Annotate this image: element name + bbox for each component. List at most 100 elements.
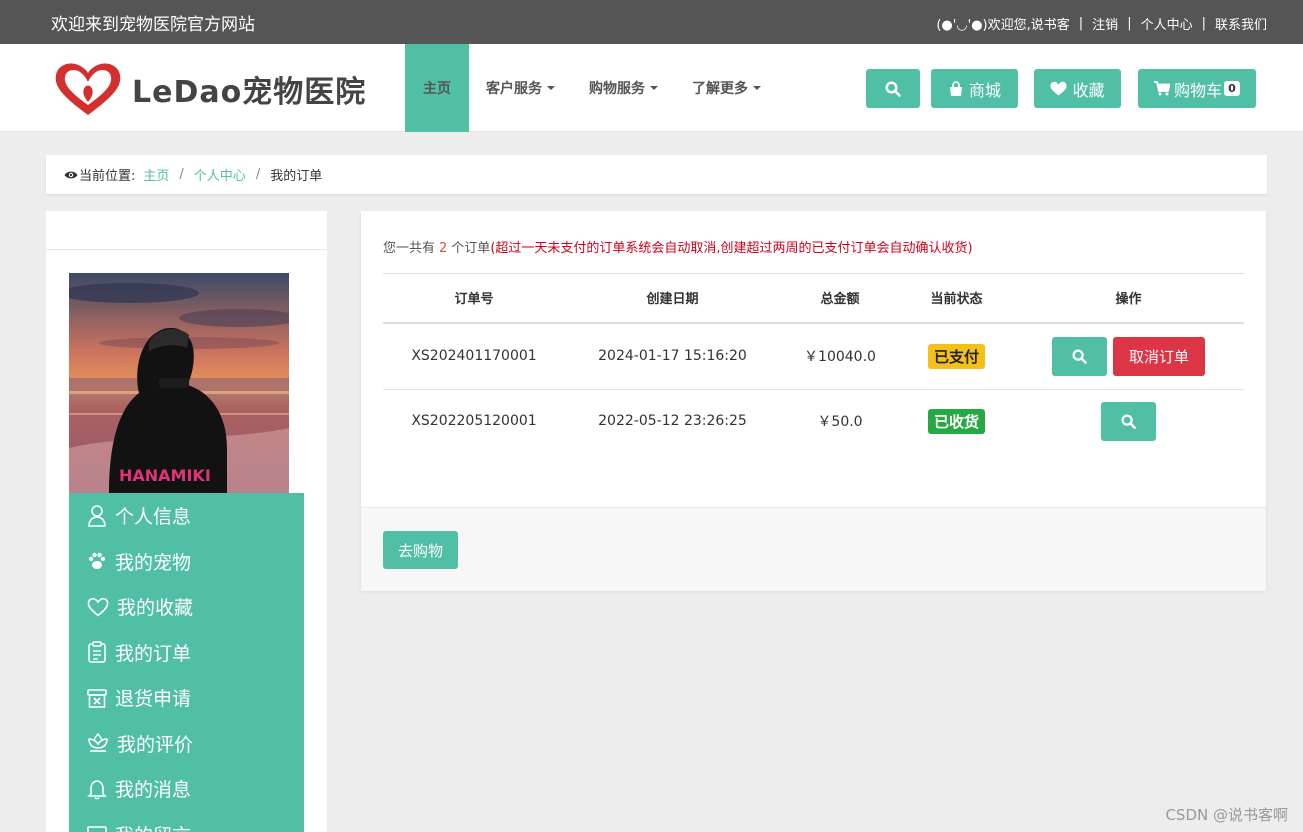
- search-icon: [885, 80, 901, 97]
- view-order-button[interactable]: [1101, 401, 1156, 441]
- favorites-button[interactable]: 收藏: [1034, 69, 1121, 108]
- order-count: 2: [439, 241, 448, 256]
- nav-item-customer-service[interactable]: 客户服务: [469, 44, 572, 132]
- order-amount: ￥10040.0: [780, 322, 900, 390]
- logo-text: LeDao宠物医院: [132, 75, 367, 110]
- main-nav: LeDao宠物医院 主页 客户服务 购物服务 了解更多 商城 收藏 购物车 0: [0, 44, 1303, 132]
- heart-icon: [1050, 81, 1068, 96]
- order-status-cell: 已收货: [900, 390, 1013, 453]
- sidebar-item-label: 退货申请: [115, 688, 192, 711]
- caret-down-icon: [650, 86, 658, 90]
- sidebar-item-orders[interactable]: 我的订单: [69, 630, 304, 676]
- sidebar-item-label: 我的留言: [115, 821, 191, 832]
- cart-count-badge: 0: [1224, 81, 1240, 96]
- top-bar: 欢迎来到宠物医院官方网站 (●'◡'●)欢迎您,说书客 | 注销 | 个人中心 …: [0, 0, 1303, 44]
- order-date: 2022-05-12 23:26:25: [598, 413, 747, 430]
- search-icon: [1072, 349, 1087, 364]
- breadcrumb-user-center-link[interactable]: 个人中心: [194, 165, 246, 184]
- orders-table: 订单号 创建日期 总金额 当前状态 操作 XS202401170001 2024…: [383, 273, 1244, 453]
- cart-label: 购物车: [1174, 80, 1223, 100]
- user-avatar: HANAMIKI: [69, 273, 289, 493]
- order-actions: 取消订单: [1013, 322, 1244, 390]
- cart-icon: [1154, 81, 1171, 96]
- nav-item-label: 主页: [423, 81, 451, 97]
- order-status-cell: 已支付: [900, 322, 1013, 390]
- sidebar-item-label: 我的消息: [115, 779, 192, 802]
- column-header: 当前状态: [900, 273, 1013, 324]
- flower-icon: [88, 733, 108, 753]
- caret-down-icon: [753, 86, 761, 90]
- svg-text:HANAMIKI: HANAMIKI: [119, 466, 211, 485]
- bell-icon: [87, 779, 107, 800]
- breadcrumb-separator: /: [179, 167, 184, 182]
- breadcrumb-separator: /: [255, 167, 261, 182]
- eye-icon: [64, 171, 78, 178]
- order-date: 2024-01-17 15:16:20: [565, 322, 780, 390]
- caret-down-icon: [547, 86, 555, 90]
- nav-item-home[interactable]: 主页: [405, 44, 469, 132]
- order-actions: [1013, 390, 1244, 453]
- user-center-link[interactable]: 个人中心: [1141, 14, 1193, 33]
- user-sidebar: HANAMIKI 个人信息 我的宠物 我的收藏 我的订单 退货申请 我的评价 我…: [46, 211, 327, 832]
- user-greeting: (●'◡'●)欢迎您,说书客: [936, 18, 1070, 33]
- orders-footer: 去购物: [361, 507, 1266, 591]
- sidebar-item-label: 我的订单: [115, 642, 192, 665]
- table-row: XS202205120001 2022-05-12 23:26:25 ￥50.0…: [383, 390, 1244, 453]
- nav-item-shopping-service[interactable]: 购物服务: [572, 44, 675, 132]
- status-badge: 已支付: [927, 343, 985, 369]
- sidebar-header: [46, 211, 327, 250]
- sidebar-item-favorites[interactable]: 我的收藏: [69, 584, 304, 630]
- avatar-image: HANAMIKI: [69, 273, 289, 493]
- nav-menu: 主页 客户服务 购物服务 了解更多: [405, 44, 778, 132]
- summary-suffix: 个订单: [451, 241, 491, 256]
- status-badge: 已收货: [927, 408, 985, 434]
- nav-item-label: 了解更多: [692, 81, 748, 97]
- orders-panel: 您一共有 2 个订单(超过一天未支付的订单系统会自动取消,创建超过两周的已支付订单会…: [361, 211, 1266, 591]
- column-header: 创建日期: [565, 273, 780, 324]
- sidebar-item-pets[interactable]: 我的宠物: [69, 539, 304, 585]
- paw-icon: [88, 553, 106, 570]
- breadcrumb-home-link[interactable]: 主页: [143, 165, 169, 184]
- divider: |: [1127, 16, 1132, 31]
- nav-item-learn-more[interactable]: 了解更多: [675, 44, 778, 132]
- logout-link[interactable]: 注销: [1092, 14, 1118, 33]
- view-order-button[interactable]: [1052, 336, 1107, 376]
- site-logo[interactable]: LeDao宠物医院: [52, 60, 366, 118]
- watermark: CSDN @说书客啊: [1165, 806, 1288, 824]
- orders-note: (超过一天未支付的订单系统会自动取消,创建超过两周的已支付订单会自动确认收货): [490, 241, 973, 256]
- sidebar-item-label: 我的评价: [117, 733, 194, 756]
- table-row: XS202401170001 2024-01-17 15:16:20 ￥1004…: [383, 322, 1244, 390]
- breadcrumb: 当前位置: 主页 / 个人中心 / 我的订单: [46, 155, 1267, 194]
- search-button[interactable]: [866, 69, 920, 108]
- column-header: 总金额: [780, 273, 900, 324]
- orders-summary: 您一共有 2 个订单(超过一天未支付的订单系统会自动取消,创建超过两周的已支付订单会…: [383, 237, 973, 256]
- site-welcome: 欢迎来到宠物医院官方网站: [51, 15, 255, 35]
- column-header: 操作: [1013, 273, 1244, 324]
- sidebar-item-label: 我的宠物: [115, 551, 192, 574]
- top-links: (●'◡'●)欢迎您,说书客 | 注销 | 个人中心 | 联系我们: [936, 14, 1267, 33]
- sidebar-menu: 个人信息 我的宠物 我的收藏 我的订单 退货申请 我的评价 我的消息 我的留言: [69, 493, 304, 832]
- clipboard-icon: [88, 641, 106, 664]
- search-icon: [1121, 414, 1136, 429]
- nav-item-label: 购物服务: [589, 81, 645, 97]
- sidebar-item-returns[interactable]: 退货申请: [69, 675, 304, 721]
- sidebar-item-messages[interactable]: 我的消息: [69, 766, 304, 812]
- user-icon: [88, 504, 106, 527]
- shopping-bag-icon: [949, 80, 962, 96]
- favorites-label: 收藏: [1072, 80, 1105, 100]
- sidebar-item-reviews[interactable]: 我的评价: [69, 721, 304, 767]
- divider: |: [1201, 16, 1206, 31]
- cancel-order-button[interactable]: 取消订单: [1113, 336, 1205, 376]
- return-box-icon: [87, 688, 107, 708]
- sidebar-item-guestbook[interactable]: 我的留言: [69, 812, 304, 832]
- heart-logo-icon: [55, 63, 121, 115]
- go-shopping-button[interactable]: 去购物: [383, 531, 458, 569]
- contact-link[interactable]: 联系我们: [1215, 14, 1267, 33]
- summary-prefix: 您一共有: [383, 241, 436, 256]
- order-id: XS202205120001: [411, 413, 537, 430]
- mall-button[interactable]: 商城: [931, 69, 1018, 108]
- breadcrumb-prefix: 当前位置:: [79, 169, 136, 184]
- sidebar-item-label: 我的收藏: [117, 597, 194, 620]
- cart-button[interactable]: 购物车 0: [1138, 69, 1256, 108]
- sidebar-item-profile[interactable]: 个人信息: [69, 493, 304, 539]
